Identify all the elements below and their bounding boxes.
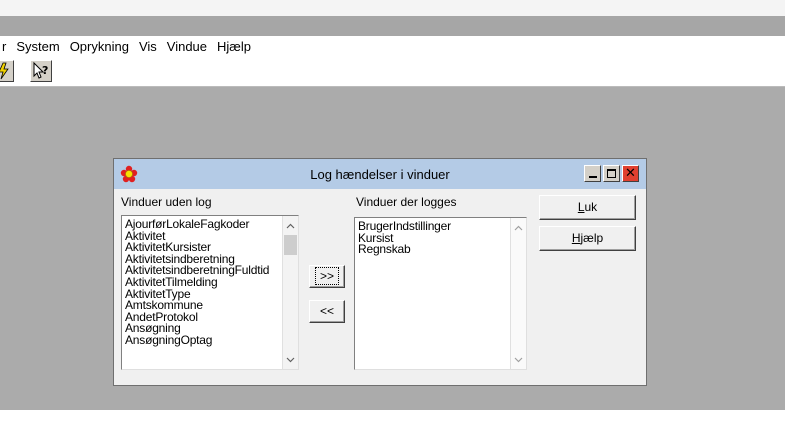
minimize-icon <box>588 175 597 178</box>
menu-item-partial[interactable]: r <box>0 39 11 54</box>
log-events-dialog: Log hændelser i vinduer ✕ Vinduer uden l… <box>113 158 647 386</box>
lightning-icon <box>0 62 9 80</box>
toolbar-button-help-pointer[interactable]: ? <box>30 60 52 82</box>
menu-item-vindue[interactable]: Vindue <box>162 39 212 54</box>
scroll-thumb[interactable] <box>284 235 297 255</box>
menu-item-system[interactable]: System <box>11 39 64 54</box>
logged-windows-list[interactable]: BrugerIndstillinger Kursist Regnskab <box>354 217 527 370</box>
unlogged-windows-list[interactable]: AjourførLokaleFagkoder Aktivitet Aktivitet… <box>121 215 299 370</box>
maximize-icon <box>607 169 616 178</box>
bottom-strip <box>0 410 785 421</box>
unlogged-windows-items: AjourførLokaleFagkoder Aktivitet Aktivitet… <box>125 218 269 347</box>
close-icon: ✕ <box>625 166 636 181</box>
maximize-button[interactable] <box>603 165 620 182</box>
scroll-up-arrow-icon[interactable] <box>511 220 526 235</box>
menu-item-vis[interactable]: Vis <box>134 39 162 54</box>
scroll-down-arrow-icon[interactable] <box>283 352 298 367</box>
app-title-bar <box>0 16 785 36</box>
left-list-label: Vinduer uden log <box>121 195 212 209</box>
help-label-rest: jælp <box>580 230 604 245</box>
close-window-button[interactable]: ✕ <box>622 165 639 182</box>
top-strip <box>0 0 785 16</box>
right-list-scrollbar[interactable] <box>510 218 526 369</box>
dialog-title: Log hændelser i vinduer <box>310 167 450 182</box>
toolbar: ? <box>0 56 785 87</box>
toolbar-button-lightning[interactable] <box>0 60 14 82</box>
close-mnemonic: L <box>577 199 585 214</box>
dialog-title-bar[interactable]: Log hændelser i vinduer ✕ <box>114 159 646 189</box>
left-list-scrollbar[interactable] <box>282 216 298 369</box>
remove-from-log-label: << <box>319 303 334 318</box>
minimize-button[interactable] <box>584 165 601 182</box>
svg-text:?: ? <box>42 64 48 77</box>
menu-item-hjaelp[interactable]: Hjælp <box>212 39 256 54</box>
help-pointer-icon: ? <box>33 61 48 79</box>
help-button[interactable]: Hjælp <box>539 226 636 251</box>
right-list-label: Vinduer der logges <box>356 195 457 209</box>
scroll-down-arrow-icon[interactable] <box>511 352 526 367</box>
scroll-up-arrow-icon[interactable] <box>283 218 298 233</box>
application-window: r System Oprykning Vis Vindue Hjælp ? Lo… <box>0 0 785 421</box>
close-button[interactable]: Luk <box>539 195 636 220</box>
close-label-rest: uk <box>584 199 598 214</box>
menu-bar: r System Oprykning Vis Vindue Hjælp <box>0 36 785 56</box>
add-to-log-label: >> <box>314 266 339 285</box>
help-button-label: Hjælp <box>572 231 603 245</box>
logged-windows-items: BrugerIndstillinger Kursist Regnskab <box>358 220 451 256</box>
menu-item-oprykning[interactable]: Oprykning <box>65 39 134 54</box>
add-to-log-button[interactable]: >> <box>309 265 345 288</box>
close-button-label: Luk <box>578 200 597 214</box>
remove-from-log-button[interactable]: << <box>309 300 345 323</box>
list-item[interactable]: AnsøgningOptag <box>125 334 269 347</box>
list-item[interactable]: Regnskab <box>358 243 451 256</box>
